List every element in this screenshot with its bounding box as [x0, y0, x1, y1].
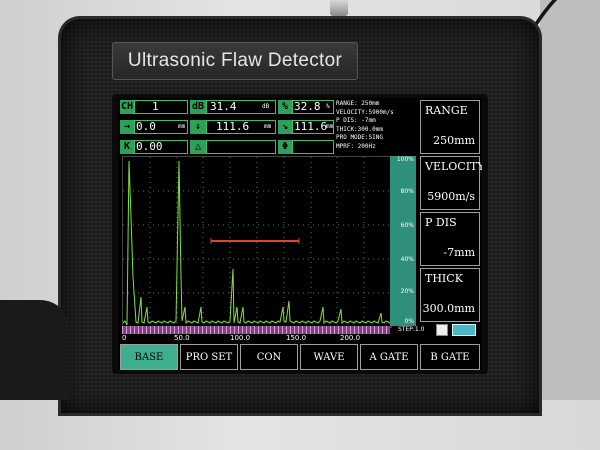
device-nameplate: Ultrasonic Flaw Detector: [112, 42, 358, 80]
velocity-value: 5900m/s: [427, 190, 475, 203]
sound-path-value: 0.0: [136, 120, 156, 133]
device-name: Ultrasonic Flaw Detector: [127, 50, 343, 71]
axis-label-50: 50.0: [174, 334, 190, 342]
depth-value: 111.6: [216, 120, 250, 133]
db-value: 31.4: [210, 100, 237, 113]
param-pro-mode: PRO MODE:SING: [336, 134, 383, 141]
depth-label: ↓: [190, 120, 206, 134]
triangle-cell: [206, 140, 276, 154]
param-pdis: P DIS: -7mm: [336, 117, 376, 124]
horizontal-axis-bar: [122, 326, 390, 334]
param-mprf: MPRF: 200Hz: [336, 142, 376, 150]
percent-label: %: [278, 100, 292, 114]
k-label: K: [120, 140, 134, 154]
thick-value: 300.0mm: [422, 302, 475, 315]
menu-a-gate[interactable]: A GATE: [360, 344, 418, 370]
carry-strap: [0, 300, 70, 400]
freeze-icon: [436, 324, 448, 336]
axis-label-150: 150.0: [286, 334, 307, 342]
pdis-title: P DIS: [425, 216, 457, 229]
phi-label: Φ: [278, 140, 292, 154]
scale-label-100: 100%: [396, 156, 414, 163]
range-value: 250mm: [433, 134, 475, 147]
percent-value: 32.8: [294, 100, 321, 113]
scale-label-0: 0%: [404, 318, 414, 325]
depth-unit: mm: [264, 123, 272, 130]
scale-label-40: 40%: [400, 256, 414, 263]
step-indicator: STEP:1.0: [398, 326, 425, 333]
param-velocity: VELOCITY:5900m/s: [336, 108, 394, 116]
menu-b-gate[interactable]: B GATE: [420, 344, 480, 370]
surface-dist-label: ↘: [278, 120, 292, 134]
range-title: RANGE: [425, 104, 468, 117]
pdis-button[interactable]: P DIS -7mm: [420, 212, 480, 266]
display-screen: CH 1 dB 31.4 dB % 32.8 % → 0.0 mm ↓ 111.…: [118, 98, 482, 370]
a-scan-svg: [122, 157, 391, 327]
ch-label: CH: [120, 100, 134, 114]
menu-base[interactable]: BASE: [120, 344, 178, 370]
menu-wave[interactable]: WAVE: [300, 344, 358, 370]
thick-title: THICK: [425, 272, 463, 285]
surface-dist-value: 111.6: [294, 120, 328, 133]
sound-path-unit: mm: [178, 123, 186, 130]
range-button[interactable]: RANGE 250mm: [420, 100, 480, 154]
surface-dist-unit: mm: [326, 123, 334, 130]
bottom-menu: BASE PRO SET CON WAVE A GATE B GATE: [118, 344, 482, 370]
scale-label-60: 60%: [400, 222, 414, 229]
triangle-label: △: [190, 140, 206, 154]
phi-cell: [292, 140, 334, 154]
param-thick: THICK:300.0mm: [336, 125, 383, 133]
velocity-button[interactable]: VELOCITY 5900m/s: [420, 156, 482, 210]
ch-value: 1: [152, 100, 159, 113]
axis-label-100: 100.0: [230, 334, 251, 342]
param-range: RANGE: 250mm: [336, 100, 380, 107]
menu-pro-set[interactable]: PRO SET: [180, 344, 238, 370]
connector-knob: [330, 0, 348, 16]
axis-label-200: 200.0: [340, 334, 361, 342]
sound-path-label: →: [120, 120, 134, 134]
pdis-value: -7mm: [443, 246, 475, 259]
axis-label-0: 0: [122, 334, 127, 342]
amplitude-scale: 100% 80% 60% 40% 20% 0%: [390, 156, 416, 326]
scale-label-20: 20%: [400, 288, 414, 295]
menu-con[interactable]: CON: [240, 344, 298, 370]
scale-label-80: 80%: [400, 188, 414, 195]
velocity-title: VELOCITY: [425, 160, 482, 173]
thick-button[interactable]: THICK 300.0mm: [420, 268, 480, 322]
db-label: dB: [190, 100, 206, 114]
percent-unit: %: [326, 103, 330, 110]
ch-cell: [134, 100, 188, 114]
db-unit: dB: [262, 103, 270, 110]
parameter-summary: RANGE: 250mm VELOCITY:5900m/s P DIS: -7m…: [336, 100, 416, 152]
battery-icon: [452, 324, 476, 336]
a-scan-display: [122, 156, 392, 328]
k-value: 0.00: [136, 140, 163, 153]
